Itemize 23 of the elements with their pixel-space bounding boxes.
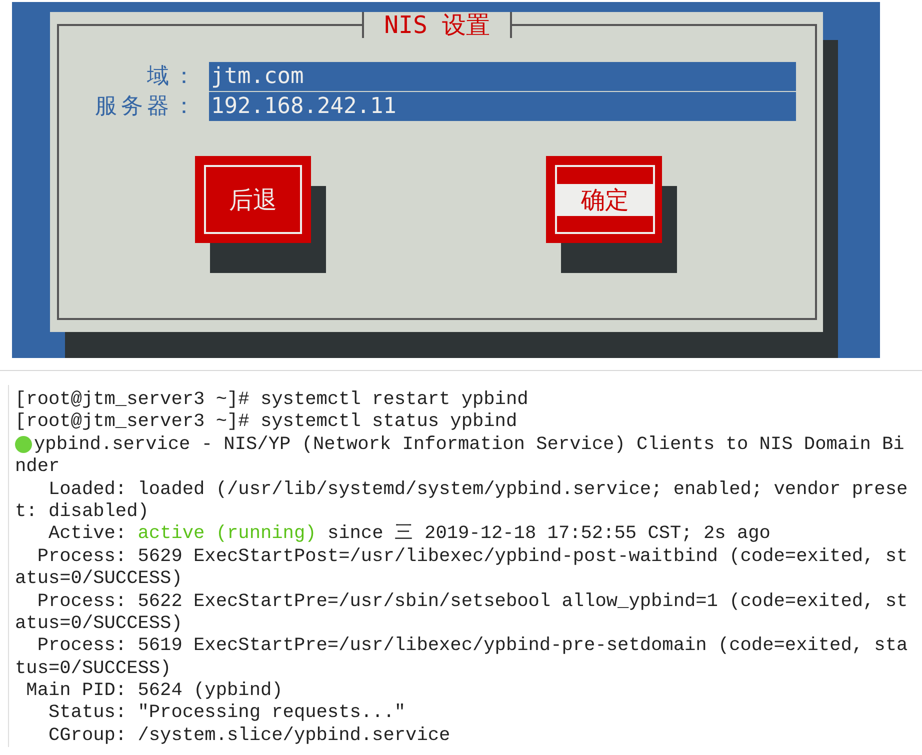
terminal-line: atus=0/SUCCESS) [15, 568, 182, 591]
dialog-title: NIS 设置 [362, 12, 512, 38]
terminal-line: Main PID: 5624 (ypbind) [25, 680, 283, 702]
field-label: 域： [146, 63, 199, 91]
terminal-line: Active: active (running) since 三 2019-12-18 17:52:55 CST; 2s ago [47, 523, 770, 546]
dialog-button[interactable]: 确定 [546, 156, 662, 243]
terminal-line: ypbind.service - NIS/YP (Network Information Service) Clients to NIS Domain Bi [34, 434, 904, 456]
input-field[interactable]: jtm.com [209, 62, 796, 92]
terminal-line: [root@jtm_server3 ~]# systemctl status ypbind [15, 411, 518, 434]
terminal-line: Loaded: loaded (/usr/lib/systemd/system/ypbind.service; enabled; vendor prese [47, 478, 908, 501]
dialog-button[interactable]: 后退 [195, 156, 311, 243]
terminal-line: [root@jtm_server3 ~]# systemctl restart ypbind [15, 389, 528, 412]
input-field[interactable]: 192.168.242.11 [209, 92, 796, 122]
terminal-line: Process: 5619 ExecStartPre=/usr/libexec/ypbind-pre-setdomain (code=exited, sta [36, 635, 908, 658]
terminal-line: nder [15, 456, 60, 479]
terminal-line: CGroup: /system.slice/ypbind.service [47, 724, 450, 748]
terminal-line: atus=0/SUCCESS) [15, 612, 182, 636]
field-label: 服务器： [94, 93, 199, 121]
terminal-line: Process: 5629 ExecStartPost=/usr/libexec/ypbind-post-waitbind (code=exited, st [36, 546, 908, 568]
terminal-line: t: disabled) [15, 500, 149, 524]
terminal-line: tus=0/SUCCESS) [15, 658, 172, 680]
terminal-line: Status: "Processing requests..." [47, 702, 406, 725]
terminal-line: Process: 5622 ExecStartPre=/usr/sbin/setsebool allow_ypbind=1 (code=exited, st [36, 590, 908, 613]
